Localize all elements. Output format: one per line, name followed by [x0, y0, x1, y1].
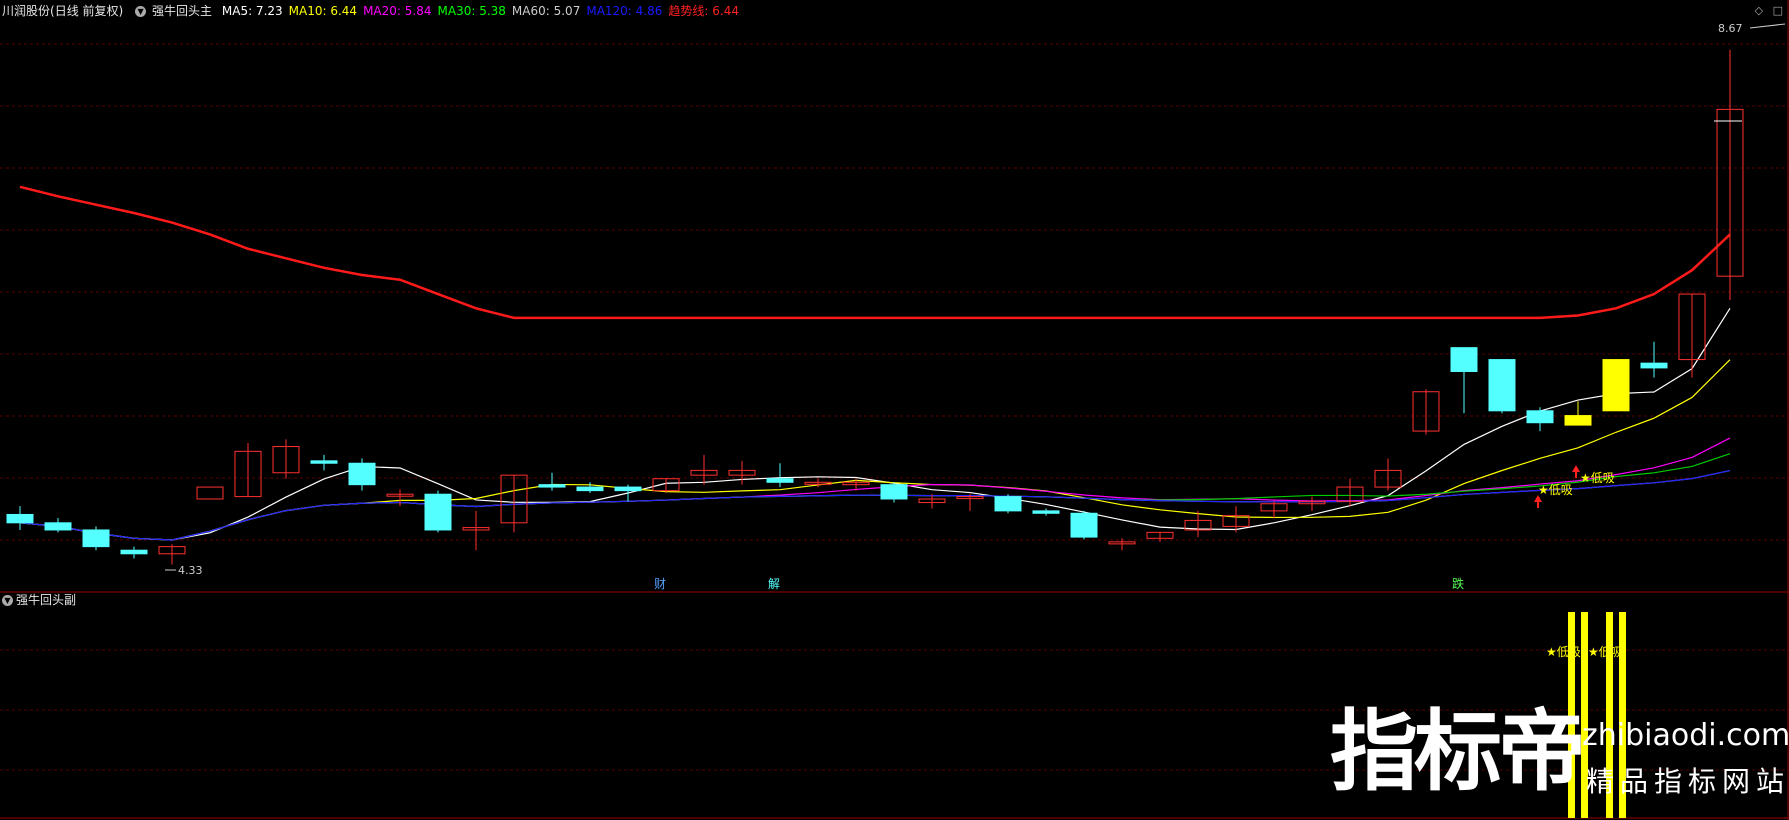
candle-body	[310, 460, 338, 464]
high-price-label: 8.67	[1718, 22, 1743, 35]
chart-annotations: 8.67 4.33 财 解 跌 ★低吸 ★低吸 ★低吸 ★低吸	[165, 22, 1786, 659]
trend-line	[19, 185, 1731, 320]
ma-label-0: MA5: 7.23	[221, 4, 283, 18]
ma-label-2: MA20: 5.84	[363, 4, 432, 18]
low-buy-label-2: ★低吸	[1580, 471, 1615, 485]
candle-body	[196, 486, 224, 500]
candle-body	[614, 486, 642, 492]
candle-body	[538, 484, 566, 488]
candle-body	[1602, 359, 1630, 412]
candle-body	[880, 484, 908, 500]
ma5-line	[19, 308, 1731, 541]
ma-label-4: MA60: 5.07	[511, 4, 581, 18]
candle-body	[82, 529, 110, 548]
candle-body	[1070, 512, 1098, 538]
sub-low-buy-label-2: ★低吸	[1588, 645, 1623, 659]
watermark-slogan: 精品指标网站	[1586, 765, 1789, 798]
candle-body	[120, 549, 148, 555]
ma-label-1: MA10: 6.44	[288, 4, 358, 18]
event-label-jie: 解	[768, 577, 780, 591]
candle-body	[766, 478, 794, 483]
signal-arrow-icon	[1572, 465, 1580, 472]
period-label[interactable]: (日线 前复权)	[50, 4, 123, 18]
ma30-line	[19, 453, 1731, 541]
indicator-sub-name[interactable]: 强牛回头副	[16, 593, 76, 607]
watermark-logo: 指标帝 zhibiaodi.com 精品指标网站	[1330, 702, 1789, 812]
grid-lines	[0, 0, 1789, 820]
window-box-icon[interactable]: □	[1773, 4, 1783, 17]
ma-label-6: 趋势线: 6.44	[668, 4, 739, 18]
stock-name[interactable]: 川润股份	[2, 4, 50, 18]
indicator-main-name[interactable]: 强牛回头主	[152, 4, 212, 18]
ma-label-3: MA30: 5.38	[437, 4, 506, 18]
sub-indicator-toggle-icon[interactable]: ▼	[2, 595, 13, 606]
chart-header: 川润股份(日线 前复权) ▼ 强牛回头主 MA5: 7.23 MA10: 6.44 M…	[0, 0, 1789, 22]
watermark-url: zhibiaodi.com	[1582, 718, 1789, 753]
event-label-die: 跌	[1452, 576, 1464, 591]
candle-body	[1640, 362, 1668, 369]
watermark-brand: 指标帝	[1330, 700, 1586, 803]
event-label-cai: 财	[654, 577, 666, 591]
candle-body	[6, 513, 34, 524]
ma-labels: MA5: 7.23 MA10: 6.44 MA20: 5.84 MA30: 5.38 M…	[222, 4, 745, 18]
low-buy-label-1: ★低吸	[1538, 483, 1573, 497]
candle-body	[1564, 415, 1592, 426]
diamond-icon[interactable]: ◇	[1755, 4, 1763, 17]
ma-label-5: MA120: 4.86	[586, 4, 663, 18]
candle-body	[1488, 359, 1516, 412]
indicator-toggle-icon[interactable]: ▼	[135, 6, 147, 17]
candlestick-chart[interactable]: 8.67 4.33 财 解 跌 ★低吸 ★低吸 ★低吸 ★低吸	[0, 0, 1789, 820]
candle-body	[348, 462, 376, 486]
low-price-label: 4.33	[178, 564, 203, 577]
candle-body	[44, 522, 72, 531]
sub-low-buy-label-1: ★低吸	[1546, 645, 1581, 659]
ma20-line	[19, 437, 1731, 541]
candle-body	[1526, 410, 1554, 424]
candle-body	[1032, 510, 1060, 514]
high-price-pointer	[1749, 23, 1786, 29]
candles	[6, 49, 1744, 565]
right-tools: ◇ □	[1749, 4, 1783, 17]
candle-body	[1450, 347, 1478, 372]
candle-body	[424, 493, 452, 531]
candle-body	[576, 486, 604, 492]
sub-header: ▼ 强牛回头副	[0, 590, 76, 610]
candle-body	[994, 496, 1022, 512]
